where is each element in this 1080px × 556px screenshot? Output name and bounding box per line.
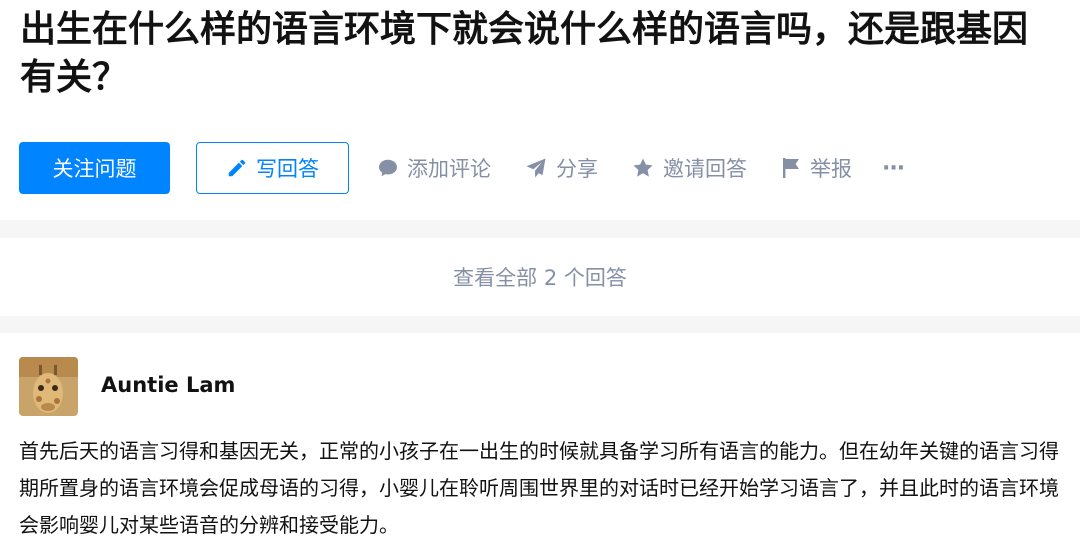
- speech-bubble-icon: [377, 157, 399, 179]
- giraffe-avatar[interactable]: [19, 357, 78, 416]
- follow-question-button[interactable]: 关注问题: [19, 142, 170, 194]
- pencil-icon: [226, 157, 248, 179]
- flag-icon: [780, 156, 802, 180]
- view-all-answers-label: 查看全部 2 个回答: [453, 266, 627, 290]
- report-label: 举报: [810, 157, 852, 181]
- star-icon: [631, 156, 655, 180]
- question-title: 出生在什么样的语言环境下就会说什么样的语言吗，还是跟基因有关？: [20, 9, 1029, 98]
- write-answer-button[interactable]: 写回答: [196, 142, 349, 194]
- follow-question-label: 关注问题: [52, 157, 137, 181]
- add-comment-button[interactable]: 添加评论: [377, 153, 491, 183]
- answer-content: 首先后天的语言习得和基因无关，正常的小孩子在一出生的时候就具备学习所有语言的能力…: [19, 439, 1059, 537]
- write-answer-label: 写回答: [256, 157, 319, 181]
- answer-card: Auntie Lam 首先后天的语言习得和基因无关，正常的小孩子在一出生的时候就…: [0, 333, 1080, 556]
- share-button[interactable]: 分享: [524, 153, 598, 183]
- paper-plane-icon: [524, 156, 548, 180]
- add-comment-label: 添加评论: [407, 157, 491, 181]
- author-name[interactable]: Auntie Lam: [101, 371, 235, 399]
- invite-answer-button[interactable]: 邀请回答: [631, 153, 747, 183]
- report-button[interactable]: 举报: [780, 153, 852, 183]
- invite-answer-label: 邀请回答: [663, 157, 747, 181]
- share-label: 分享: [556, 157, 598, 181]
- ellipsis-icon: ···: [882, 155, 905, 181]
- view-all-answers-link[interactable]: 查看全部 2 个回答: [0, 238, 1080, 316]
- question-actions: 关注问题 写回答 添加评论 分享 邀请回答 举报 ···: [19, 142, 905, 194]
- more-button[interactable]: ···: [882, 155, 905, 181]
- question-card: 出生在什么样的语言环境下就会说什么样的语言吗，还是跟基因有关？ 关注问题 写回答…: [0, 0, 1080, 220]
